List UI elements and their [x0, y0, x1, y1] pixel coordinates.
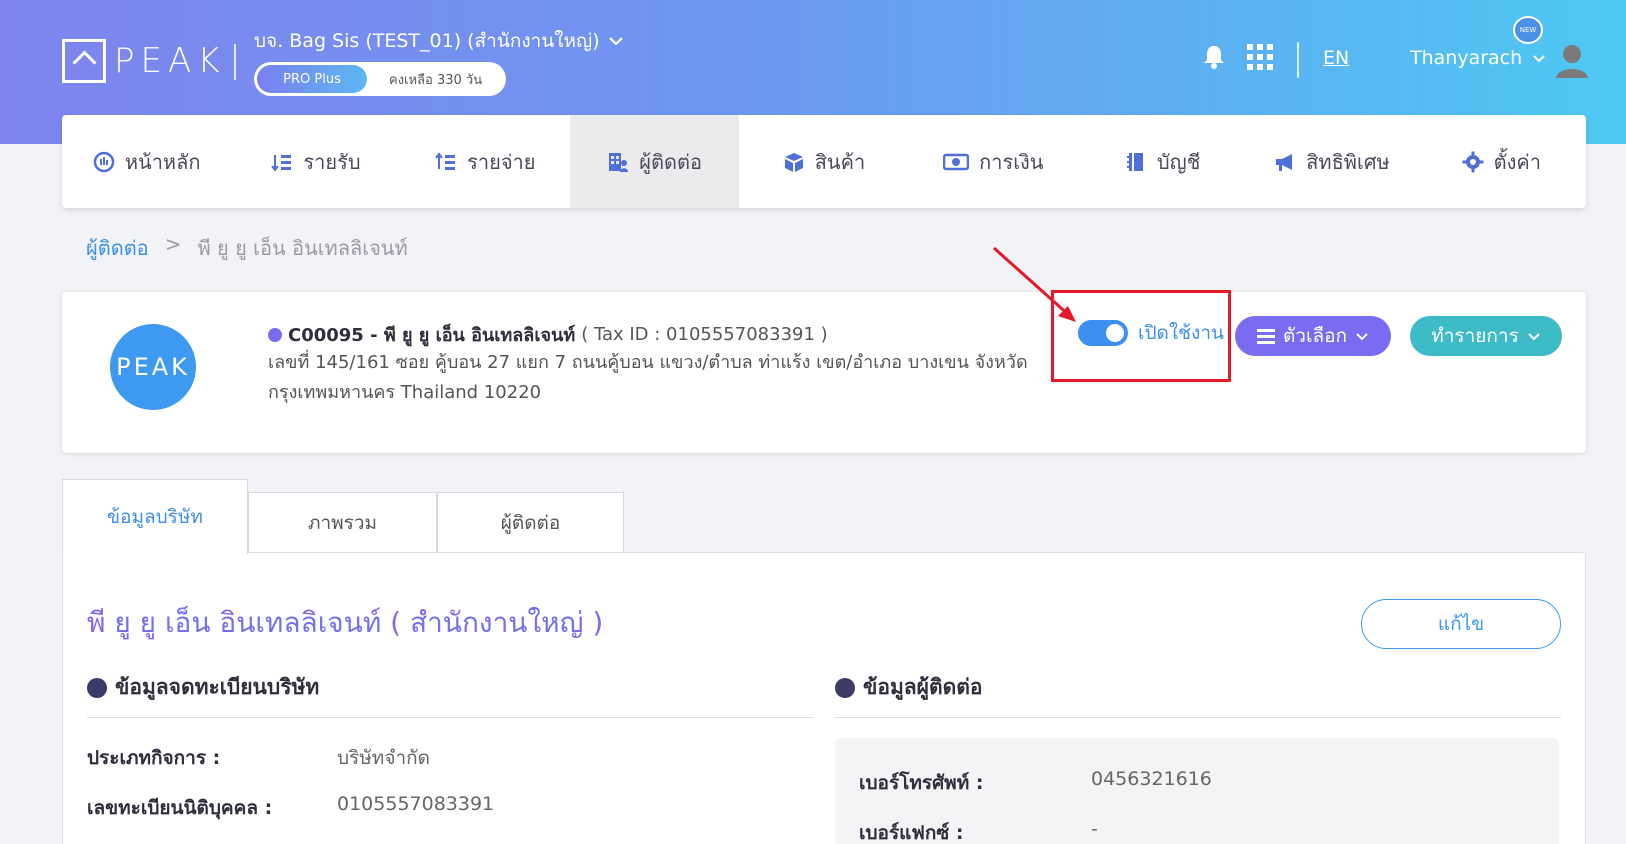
new-badge[interactable]: NEW: [1513, 16, 1543, 44]
contact-tax-id: ( Tax ID : 0105557083391 ): [581, 324, 828, 345]
edit-button[interactable]: แก้ไข: [1361, 599, 1561, 649]
plan-status[interactable]: PRO Plus คงเหลือ 330 วัน: [254, 62, 506, 96]
income-list-icon: [271, 154, 292, 172]
main-nav: หน้าหลัก รายรับ รายจ่าย ผู้ติดต่อ สินค้า…: [62, 115, 1586, 208]
user-menu[interactable]: Thanyarach: [1410, 47, 1546, 69]
nav-item-expense[interactable]: รายจ่าย: [401, 115, 570, 208]
chevron-down-icon: [1528, 332, 1540, 340]
breadcrumb-separator: >: [164, 232, 182, 256]
nav-label: การเงิน: [979, 149, 1044, 174]
user-avatar-icon[interactable]: [1552, 40, 1592, 80]
registration-section-heading: ข้อมูลจดทะเบียนบริษัท: [87, 671, 319, 704]
options-button-label: ตัวเลือก: [1282, 325, 1348, 347]
gauge-icon: [93, 151, 115, 172]
header-divider: [234, 44, 236, 80]
breadcrumb-current: พี ยู ยู เอ็น อินเทลลิเจนท์: [197, 236, 408, 260]
gear-icon: [1462, 151, 1484, 172]
box-icon: [784, 152, 803, 172]
nav-label: หน้าหลัก: [124, 149, 201, 174]
nav-item-accounting[interactable]: บัญชี: [1078, 115, 1247, 208]
nav-label: รายจ่าย: [467, 149, 536, 174]
contact-code-name: C00095 - พี ยู ยู เอ็น อินเทลลิเจนท์: [288, 325, 576, 346]
bell-icon[interactable]: [1202, 44, 1226, 70]
section-bullet-icon: [87, 677, 107, 698]
nav-item-contacts[interactable]: ผู้ติดต่อ: [569, 115, 740, 208]
nav-item-income[interactable]: รายรับ: [231, 115, 400, 208]
tab-company-info[interactable]: ข้อมูลบริษัท: [62, 479, 248, 554]
breadcrumb: ผู้ติดต่อ > พี ยู ยู เอ็น อินเทลลิเจนท์: [86, 232, 408, 264]
tab-contacts[interactable]: ผู้ติดต่อ: [437, 492, 624, 554]
company-name: บจ. Bag Sis (TEST_01) (สำนักงานใหญ่): [254, 30, 600, 52]
contacts-building-icon: [609, 152, 629, 172]
field-label: ประเภทกิจการ :: [87, 747, 221, 769]
nav-label: รายรับ: [303, 149, 361, 174]
field-value: บริษัทจำกัด: [337, 747, 430, 769]
logo-text: PEAK: [114, 41, 226, 81]
field-label: เบอร์โทรศัพท์ :: [859, 772, 984, 794]
contact-section-heading: ข้อมูลผู้ติดต่อ: [835, 671, 983, 704]
megaphone-icon: [1276, 153, 1293, 171]
company-title: พี ยู ยู เอ็น อินเทลลิเจนท์ ( สำนักงานให…: [87, 606, 604, 639]
field-label: เลขทะเบียนนิติบุคคล :: [87, 797, 273, 819]
section-divider: [87, 717, 813, 718]
contact-info-box: เบอร์โทรศัพท์ : 0456321616 เบอร์แฟกซ์ : …: [835, 738, 1559, 844]
contact-heading: C00095 - พี ยู ยู เอ็น อินเทลลิเจนท์ ( T…: [268, 320, 828, 349]
registration-section-title: ข้อมูลจดทะเบียนบริษัท: [115, 675, 320, 699]
chevron-down-icon: [608, 37, 623, 46]
nav-label: สินค้า: [814, 149, 866, 174]
chevron-down-icon: [1533, 54, 1545, 62]
company-detail-panel: พี ยู ยู เอ็น อินเทลลิเจนท์ ( สำนักงานให…: [62, 552, 1586, 844]
contact-section-title: ข้อมูลผู้ติดต่อ: [863, 675, 983, 699]
logo-mark-icon: [62, 39, 106, 83]
action-button[interactable]: ทำรายการ: [1410, 316, 1562, 356]
company-selector[interactable]: บจ. Bag Sis (TEST_01) (สำนักงานใหญ่): [254, 26, 624, 56]
contact-avatar: PEAK: [110, 324, 196, 410]
nav-item-settings[interactable]: ตั้งค่า: [1417, 115, 1586, 208]
tab-overview[interactable]: ภาพรวม: [248, 492, 437, 554]
money-icon: [943, 153, 970, 170]
nav-label: ผู้ติดต่อ: [639, 149, 702, 174]
chevron-down-icon: [1356, 332, 1368, 340]
nav-item-privileges[interactable]: สิทธิพิเศษ: [1247, 115, 1416, 208]
book-icon: [1126, 152, 1143, 171]
nav-item-products[interactable]: สินค้า: [739, 115, 908, 208]
header-separator: [1297, 42, 1299, 78]
nav-label: บัญชี: [1156, 149, 1201, 174]
language-switch[interactable]: EN: [1323, 47, 1349, 69]
section-divider: [835, 717, 1561, 718]
apps-grid-icon[interactable]: [1247, 44, 1273, 70]
options-button[interactable]: ตัวเลือก: [1235, 316, 1391, 356]
nav-label: ตั้งค่า: [1493, 149, 1541, 174]
action-button-label: ทำรายการ: [1431, 325, 1519, 347]
nav-item-finance[interactable]: การเงิน: [909, 115, 1078, 208]
plan-badge: PRO Plus: [257, 65, 367, 93]
section-bullet-icon: [835, 677, 855, 698]
field-label: เบอร์แฟกซ์ :: [859, 822, 964, 844]
contact-summary-card: PEAK C00095 - พี ยู ยู เอ็น อินเทลลิเจนท…: [62, 246, 1586, 453]
nav-label: สิทธิพิเศษ: [1306, 149, 1390, 174]
field-value: 0456321616: [1091, 768, 1212, 790]
field-value: 0105557083391: [337, 793, 495, 815]
plan-remaining: คงเหลือ 330 วัน: [389, 72, 483, 88]
toggle-label: เปิดใช้งาน: [1138, 322, 1225, 344]
active-toggle[interactable]: เปิดใช้งาน: [1078, 318, 1224, 348]
contact-address: เลขที่ 145/161 ซอย คู้บอน 27 แยก 7 ถนนคู…: [268, 352, 1028, 403]
field-value: -: [1091, 818, 1098, 840]
peak-logo[interactable]: PEAK: [62, 39, 226, 83]
nav-item-home[interactable]: หน้าหลัก: [62, 115, 231, 208]
toggle-switch[interactable]: [1078, 320, 1128, 346]
breadcrumb-contacts-link[interactable]: ผู้ติดต่อ: [86, 232, 149, 264]
user-name: Thanyarach: [1410, 47, 1523, 69]
expense-list-icon: [435, 151, 456, 170]
menu-icon: [1256, 329, 1275, 344]
status-dot-icon: [268, 327, 282, 342]
